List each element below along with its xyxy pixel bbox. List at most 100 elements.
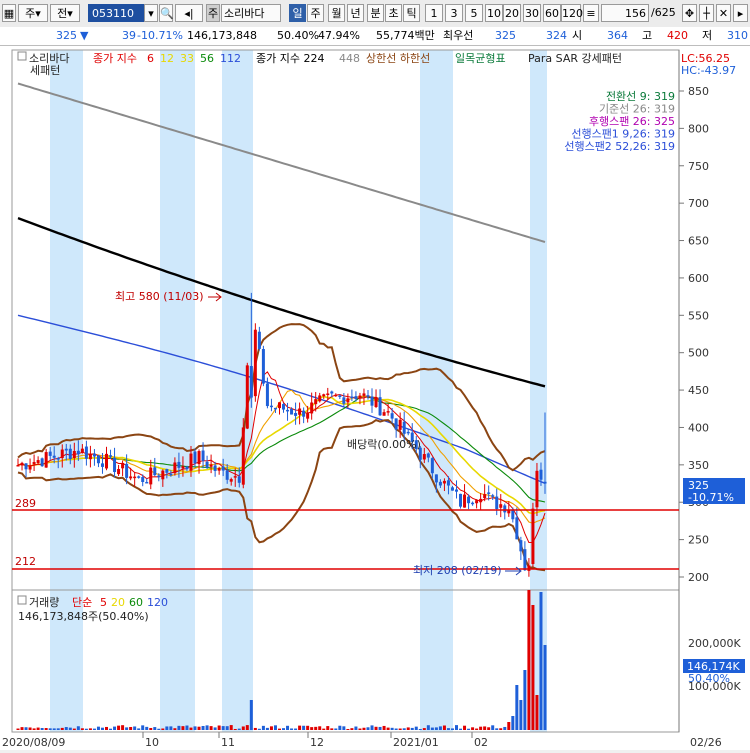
period-button-4[interactable]: 분 [367,4,384,22]
volume-bar [519,700,523,730]
line-289-label: 289 [15,497,36,510]
volume-tag-pct: 50.40% [688,672,730,685]
volume-bar [366,727,370,730]
volume-bar [36,727,40,730]
interval-button-3[interactable]: 3 [445,4,463,22]
candle-body [261,349,265,384]
volume-bar [96,726,100,730]
price-chart[interactable]: 8508007507006506005505004504003503002502… [0,46,750,750]
volume-legend: 거래량 단순 5 20 60 120 146,173,848주(50.40%) [17,595,168,623]
code-dropdown-icon[interactable]: ▾ [144,4,158,22]
menu-button[interactable]: ▦ [2,4,16,22]
legend-ichimoku: 일목균형표 [455,51,506,65]
candle-body [479,498,483,503]
candle-body [88,453,92,460]
cross-icon[interactable]: ✕ [716,4,731,22]
interval-button-10[interactable]: 10 [485,4,503,22]
candle-body [32,462,36,465]
legend-checkbox[interactable] [17,51,27,61]
x-tick-label: 10 [145,736,159,749]
candles [16,292,547,577]
candle-body [269,405,273,408]
candle-body [402,421,406,434]
volume-bar [467,728,471,730]
candle-body [450,487,454,491]
volume-bar [44,728,48,730]
code-input[interactable]: 053110 [88,4,144,22]
candle-body [330,391,334,394]
volume-bar [334,728,338,730]
candle-body [40,458,44,467]
period-button-0[interactable]: 일 [289,4,306,22]
period-button-5[interactable]: 초 [385,4,402,22]
interval-button-120[interactable]: 120 [561,4,583,22]
volume-bar [539,592,543,730]
candle-body [165,469,169,473]
candle-body [326,393,330,395]
volume-bar [72,728,76,730]
prev-select[interactable]: 전▾ [50,4,80,22]
candle-body [286,409,290,412]
volume-bar [515,685,519,730]
bid-label: 최우선 [443,29,474,42]
period-button-3[interactable]: 년 [347,4,364,22]
chart-legend: 소리바다 세패턴 종가 지수 6 12 33 56 112 종가 지수 224 448 … [17,51,736,77]
open-label: 시 [572,29,583,42]
volume-bar [261,725,265,730]
turnover: 47.94% [318,29,360,42]
legend-bands: 상한선 하한선 [366,51,430,65]
candle-body [515,517,519,540]
stock-name[interactable]: 소리바다 [221,4,281,22]
crosshair-icon[interactable]: ┼ [699,4,714,22]
candle-body [511,510,515,520]
candle-body [434,474,438,483]
arrow-icon[interactable]: ▸ [733,4,748,22]
settings-icon[interactable]: ✥ [682,4,697,22]
interval-button-1[interactable]: 1 [425,4,443,22]
interval-button-60[interactable]: 60 [543,4,561,22]
volume-bar [16,728,20,730]
interval-button-20[interactable]: 20 [503,4,521,22]
period-button-2[interactable]: 월 [328,4,345,22]
volume-bar [374,726,378,730]
volume-bar [157,728,161,730]
volume-sub: 146,173,848주(50.40%) [18,610,149,623]
price-tick-label: 650 [688,235,709,248]
volume-bar [249,700,253,730]
volume-bar [491,725,495,730]
high-price: 420 [667,29,688,42]
highlight-band [420,50,453,732]
volume-bar [543,645,547,730]
candle-body [56,458,60,460]
volume-bar [237,728,241,730]
candle-body [475,500,479,504]
candle-body [177,461,181,468]
x-tick-label: 2021/01 [393,736,439,749]
interval-button-30[interactable]: 30 [523,4,541,22]
x-tick-label: 02/26 [690,736,722,749]
volume-bar [129,726,133,730]
volume-bar [475,728,479,730]
volume-bar [330,728,334,730]
price-tick-label: 850 [688,85,709,98]
x-tick-label: 2020/08/09 [2,736,65,749]
search-icon[interactable]: 🔍 [159,4,174,22]
candle-body [197,451,201,465]
speaker-icon[interactable]: ◂| [175,4,203,22]
type-select[interactable]: 주▾ [18,4,48,22]
low-arrow-icon [505,566,522,576]
volume-bar [165,726,169,730]
candle-body [483,494,487,499]
period-button-6[interactable]: 틱 [403,4,420,22]
list-icon[interactable]: ≡ [583,4,599,22]
count-input[interactable]: 156 [601,4,649,22]
volume-checkbox[interactable] [17,595,27,605]
period-button-1[interactable]: 주 [307,4,324,22]
candle-body [137,476,141,478]
ichimoku-legend-item: 선행스팬1 9,26: 319 [571,128,675,141]
candle-body [241,427,245,485]
candle-body [181,466,185,469]
chart-area[interactable]: 8508007507006506005505004504003503002502… [0,46,750,750]
candle-body [105,453,109,469]
interval-button-5[interactable]: 5 [465,4,483,22]
